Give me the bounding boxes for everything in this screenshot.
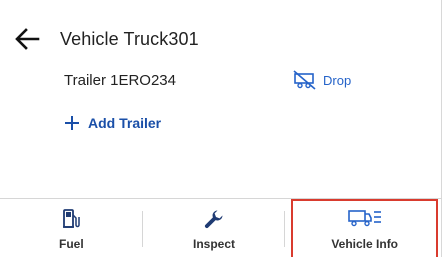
- drop-label: Drop: [323, 72, 352, 88]
- add-trailer-label: Add Trailer: [88, 115, 162, 131]
- tab-vehicle-info-label: Vehicle Info: [331, 237, 399, 251]
- vehicle-info-icon: [347, 210, 381, 227]
- tab-inspect[interactable]: Inspect: [143, 199, 286, 257]
- wrench-icon: [204, 210, 223, 229]
- plus-icon: [65, 116, 79, 130]
- tab-fuel-label: Fuel: [59, 237, 84, 251]
- header: Vehicle Truck301: [14, 22, 199, 56]
- tab-vehicle-info[interactable]: Vehicle Info: [291, 199, 439, 257]
- add-trailer-button[interactable]: Add Trailer: [64, 110, 161, 136]
- drop-trailer-button[interactable]: Drop: [293, 66, 351, 94]
- vehicle-panel: Vehicle Truck301 Trailer 1ERO234 Drop Ad…: [0, 0, 442, 257]
- fuel-icon: [63, 209, 81, 228]
- back-button[interactable]: [14, 23, 46, 55]
- back-arrow-icon: [15, 28, 40, 50]
- tab-fuel[interactable]: Fuel: [0, 199, 143, 257]
- trailer-row: Trailer 1ERO234 Drop: [64, 66, 394, 94]
- tab-separator: [284, 211, 286, 247]
- page-title: Vehicle Truck301: [60, 28, 199, 49]
- tab-inspect-label: Inspect: [193, 237, 236, 251]
- trailer-drop-icon: [293, 70, 316, 90]
- bottom-tab-bar: Fuel Inspect Vehicle Info: [0, 199, 442, 257]
- trailer-label: Trailer 1ERO234: [64, 71, 176, 89]
